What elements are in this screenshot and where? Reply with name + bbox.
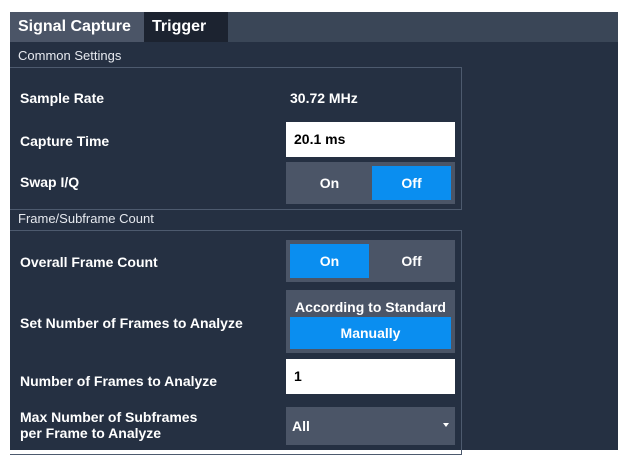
capture-time-input[interactable]: 20.1 ms [286, 122, 455, 157]
sample-rate-value: 30.72 MHz [290, 90, 358, 106]
swap-iq-on-option[interactable]: On [290, 166, 369, 200]
max-subframes-dropdown[interactable]: All [286, 407, 455, 445]
swap-iq-off-option[interactable]: Off [372, 166, 451, 200]
max-subframes-label-line1: Max Number of Subframes [20, 409, 198, 425]
tab-trigger[interactable]: Trigger [144, 12, 228, 42]
capture-time-label: Capture Time [20, 133, 110, 149]
number-frames-input[interactable]: 1 [286, 359, 455, 394]
set-number-frames-radio-group[interactable]: According to Standard Manually [286, 290, 455, 353]
number-frames-label: Number of Frames to Analyze [20, 373, 218, 389]
tab-bar: Signal Capture Trigger [10, 12, 618, 42]
tab-signal-capture[interactable]: Signal Capture [10, 12, 144, 42]
overall-frame-count-label: Overall Frame Count [20, 254, 158, 270]
signal-capture-dialog: Signal Capture Trigger Common Settings S… [10, 12, 618, 455]
overall-frame-count-on-option[interactable]: On [290, 244, 369, 278]
swap-iq-toggle[interactable]: On Off [286, 162, 455, 204]
common-settings-title: Common Settings [18, 48, 122, 63]
manually-option[interactable]: Manually [290, 317, 451, 349]
max-subframes-label-line2: per Frame to Analyze [20, 425, 162, 441]
max-subframes-value: All [292, 418, 310, 434]
overall-frame-count-toggle[interactable]: On Off [286, 240, 455, 282]
overall-frame-count-off-option[interactable]: Off [372, 244, 451, 278]
chevron-down-icon [443, 423, 449, 427]
swap-iq-label: Swap I/Q [20, 174, 80, 190]
set-number-frames-label: Set Number of Frames to Analyze [20, 315, 243, 331]
sample-rate-label: Sample Rate [20, 90, 105, 106]
frame-count-title: Frame/Subframe Count [18, 211, 154, 226]
